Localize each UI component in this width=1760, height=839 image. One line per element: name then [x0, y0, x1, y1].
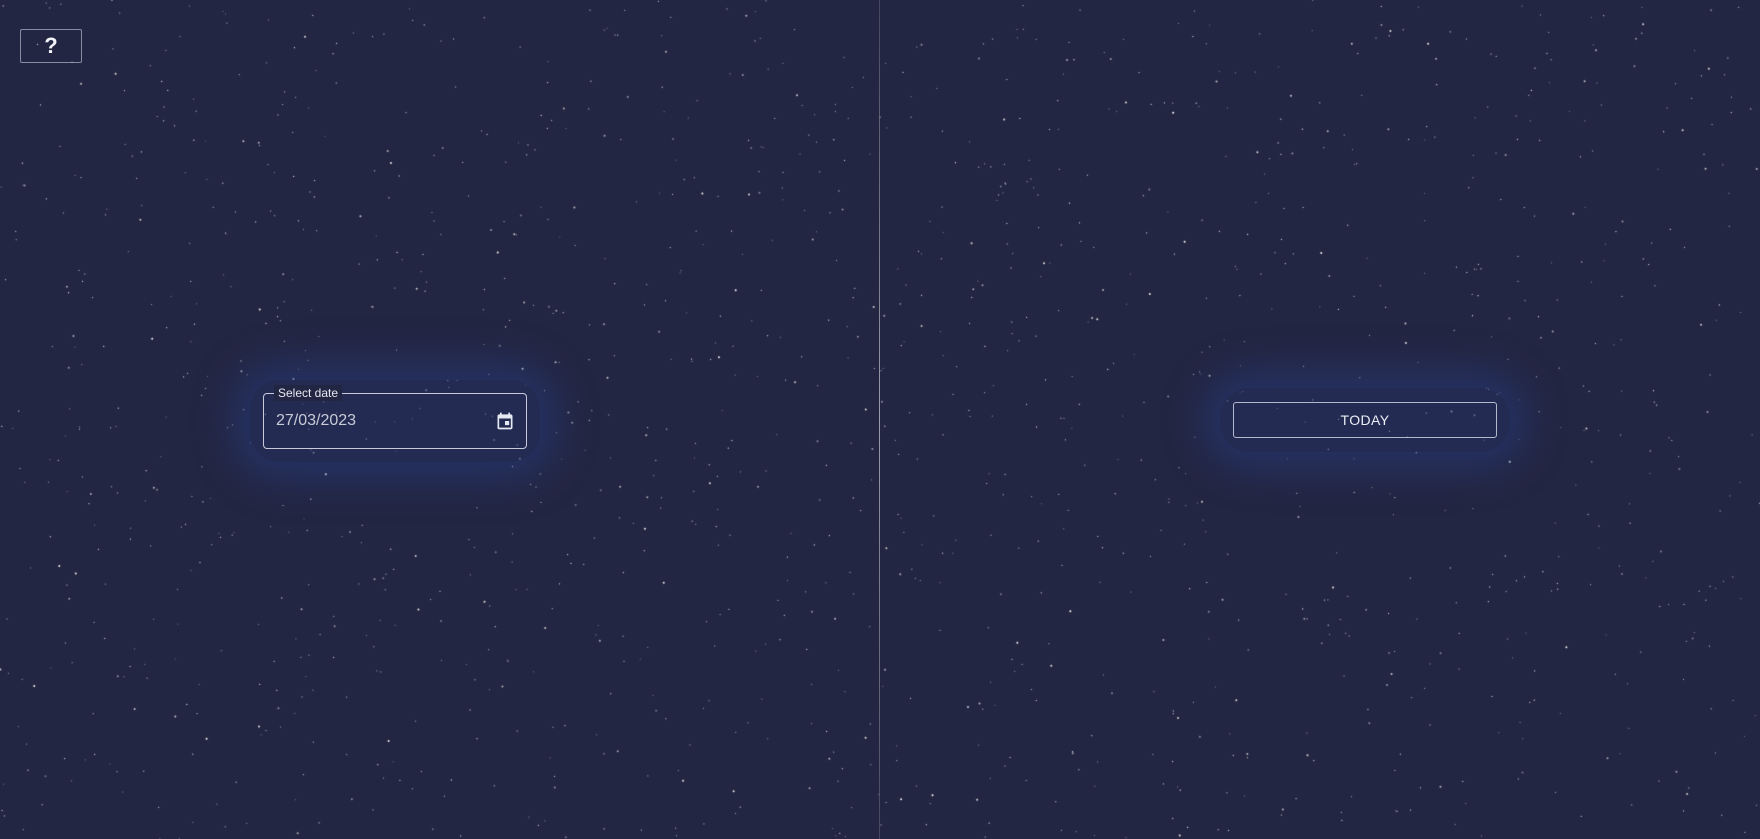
calendar-icon[interactable]	[492, 408, 518, 434]
vertical-divider	[879, 0, 880, 839]
date-picker-field[interactable]: Select date	[263, 385, 527, 449]
date-picker-label: Select date	[274, 385, 343, 401]
date-input[interactable]	[276, 411, 476, 431]
today-button[interactable]: TODAY	[1233, 402, 1497, 438]
help-button[interactable]: ?	[20, 29, 82, 63]
starfield-background: ? Select date TODAY	[0, 0, 1760, 839]
